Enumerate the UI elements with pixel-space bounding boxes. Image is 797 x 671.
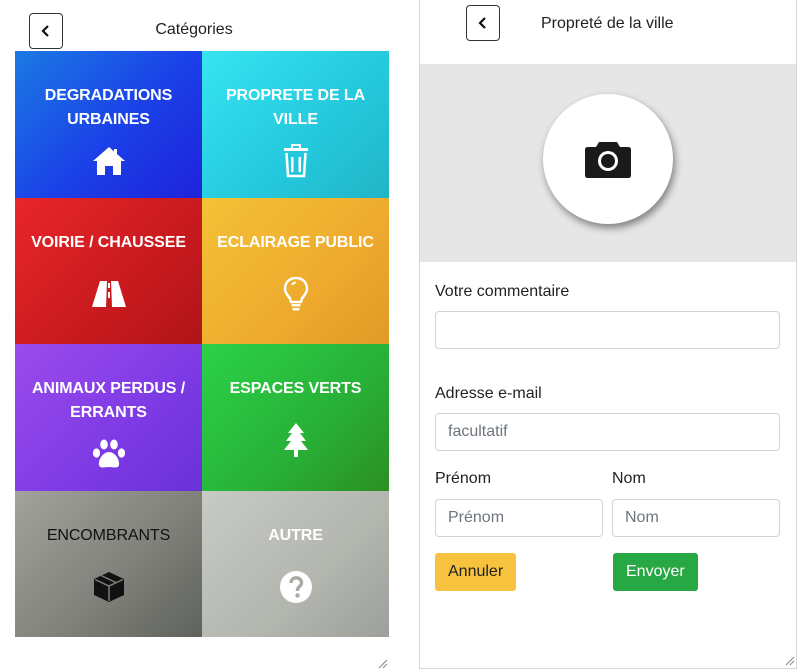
category-label: PROPRETE DE LA VILLE (225, 87, 366, 128)
trash-icon (277, 142, 315, 180)
house-icon (90, 142, 128, 180)
resize-grip-icon[interactable] (376, 657, 388, 669)
form-header: Propreté de la ville (420, 0, 796, 64)
tree-icon (277, 421, 315, 459)
comment-input[interactable] (435, 311, 780, 349)
lightbulb-icon (277, 275, 315, 313)
categories-header: Catégories (15, 0, 389, 51)
category-label: DEGRADATIONS URBAINES (44, 87, 173, 128)
category-tile-proprete-de-la-ville[interactable]: PROPRETE DE LA VILLE (202, 51, 389, 198)
question-circle-icon (277, 568, 315, 606)
resize-grip-icon[interactable] (783, 654, 795, 666)
category-label: ESPACES VERTS (229, 380, 362, 397)
category-label: AUTRE (268, 526, 323, 544)
box-icon (90, 568, 128, 606)
road-icon (90, 275, 128, 313)
send-button[interactable]: Envoyer (613, 553, 698, 591)
take-photo-button[interactable] (543, 94, 673, 224)
page-title: Propreté de la ville (541, 15, 674, 32)
chevron-left-icon (478, 17, 486, 29)
category-tile-encombrants[interactable]: ENCOMBRANTS (15, 490, 202, 637)
firstname-input[interactable] (435, 499, 603, 537)
category-tile-espaces-verts[interactable]: ESPACES VERTS (202, 344, 389, 491)
comment-label: Votre commentaire (435, 283, 570, 300)
photo-area (420, 64, 796, 262)
category-tile-autre[interactable]: AUTRE (202, 490, 389, 637)
category-label: ANIMAUX PERDUS / ERRANTS (31, 380, 186, 421)
category-tile-degradations-urbaines[interactable]: DEGRADATIONS URBAINES (15, 51, 202, 198)
email-input[interactable] (435, 413, 780, 451)
report-form-panel: Propreté de la ville Votre commentaire A… (419, 0, 797, 669)
back-button[interactable] (466, 5, 500, 41)
category-label: VOIRIE / CHAUSSEE (31, 233, 186, 251)
lastname-label: Nom (612, 470, 646, 487)
firstname-label: Prénom (435, 470, 492, 487)
categories-panel: Catégories DEGRADATIONS URBAINES PROPRET… (0, 0, 404, 671)
paw-icon (90, 435, 128, 473)
page-title: Catégories (155, 21, 233, 38)
category-tile-voirie-chaussee[interactable]: VOIRIE / CHAUSSEE (15, 197, 202, 344)
category-tile-eclairage-public[interactable]: ECLAIRAGE PUBLIC (202, 197, 389, 344)
camera-icon (585, 142, 631, 178)
cancel-button[interactable]: Annuler (435, 553, 517, 591)
category-grid: DEGRADATIONS URBAINES PROPRETE DE LA VIL… (15, 51, 389, 637)
category-tile-animaux-perdus-errants[interactable]: ANIMAUX PERDUS / ERRANTS (15, 344, 202, 491)
lastname-input[interactable] (612, 499, 780, 537)
category-label: ECLAIRAGE PUBLIC (217, 233, 374, 251)
category-label: ENCOMBRANTS (46, 526, 171, 544)
email-label: Adresse e-mail (435, 385, 542, 402)
